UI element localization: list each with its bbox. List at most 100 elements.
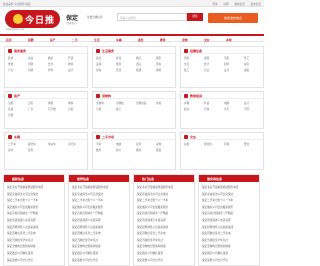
category-link[interactable]: 家教 <box>184 101 189 105</box>
category-link[interactable]: 鱼类 <box>156 101 161 105</box>
listing-item[interactable]: 保定房屋出租两室一厅精装 <box>137 211 193 215</box>
listing-item[interactable]: 保定房屋出租两室一厅精装 <box>72 211 128 215</box>
switch-city-link[interactable]: [切换城市] <box>66 21 76 25</box>
category-title[interactable]: 交友 <box>190 135 196 139</box>
listing-item[interactable]: 保定宠物狗出售纯种健康 <box>137 244 193 248</box>
listing-item[interactable]: 保定房屋出租两室一厅精装 <box>7 211 63 215</box>
listing-item[interactable]: 保定家政保洁公司日常保洁 <box>137 192 193 196</box>
category-link[interactable]: 疏通 <box>136 68 141 72</box>
category-link[interactable]: 厨师 <box>224 62 229 66</box>
category-link[interactable]: 保洁 <box>96 56 101 60</box>
category-link[interactable]: 兼职 <box>244 68 249 72</box>
category-link[interactable]: 文员 <box>184 62 189 66</box>
category-title[interactable]: 生活服务 <box>102 49 114 53</box>
category-link[interactable]: 美容 <box>96 62 101 66</box>
listing-item[interactable]: 保定家政保洁公司日常保洁 <box>72 192 128 196</box>
listing-item[interactable]: 保定婚庆公司婚礼策划 <box>7 251 63 255</box>
listing-item[interactable]: 保定婚庆公司婚礼策划 <box>72 251 128 255</box>
category-link[interactable]: 摄影 <box>156 56 161 60</box>
listing-item[interactable]: 保定回收旧家具二手家电 <box>7 231 63 235</box>
listing-item[interactable]: 保定二手车出售个人一手车 <box>202 198 258 202</box>
category-link[interactable]: 数码 <box>96 148 101 152</box>
category-link[interactable]: 宠物猫 <box>116 101 124 105</box>
listing-item[interactable]: 保定家政保洁公司日常保洁 <box>7 192 63 196</box>
register-link[interactable]: 注册 <box>223 3 228 6</box>
listing-item[interactable]: 保定招聘销售人员底薪提成 <box>7 225 63 229</box>
category-title[interactable]: 二手市场 <box>102 135 114 139</box>
category-link[interactable]: 电脑 <box>224 101 229 105</box>
category-link[interactable]: 开锁 <box>68 56 73 60</box>
category-link[interactable]: 图书 <box>136 148 141 152</box>
category-link[interactable]: 家政 <box>28 56 33 60</box>
listing-item[interactable]: 保定专业开锁换锁修锁服务电话 <box>72 185 128 189</box>
category-title[interactable]: 商务服务 <box>14 49 26 53</box>
listing-item[interactable]: 保定管道疏通下水道清理 <box>137 218 193 222</box>
category-link[interactable]: 鸟类 <box>96 107 101 111</box>
listing-item[interactable]: 保定搬家公司长途搬家服务 <box>137 205 193 209</box>
listing-item[interactable]: 保定专业开锁换锁修锁服务电话 <box>7 185 63 189</box>
listing-item[interactable]: 保定驾校招生学车包过 <box>7 238 63 242</box>
nav-item-dating[interactable]: 交友 <box>204 38 210 42</box>
listing-item[interactable]: 保定回收旧家具二手家电 <box>202 231 258 235</box>
category-link[interactable]: 同城 <box>224 142 229 146</box>
category-link[interactable]: 才艺 <box>224 107 229 111</box>
listing-item[interactable]: 保定装修公司全包半包 <box>7 258 63 262</box>
category-link[interactable]: 搬家 <box>48 56 53 60</box>
category-link[interactable]: 婚庆 <box>136 56 141 60</box>
listing-item[interactable]: 保定家政保洁公司日常保洁 <box>202 192 258 196</box>
category-link[interactable]: 设计 <box>224 68 229 72</box>
listing-item[interactable]: 保定驾校招生学车包过 <box>202 238 258 242</box>
category-link[interactable]: 外语 <box>204 101 209 105</box>
category-link[interactable]: 物流 <box>68 62 73 66</box>
listing-item[interactable]: 保定婚庆公司婚礼策划 <box>137 251 193 255</box>
listing-item[interactable]: 保定二手车出售个人一手车 <box>137 198 193 202</box>
listing-item[interactable]: 保定招聘销售人员底薪提成 <box>202 225 258 229</box>
listing-item[interactable]: 保定管道疏通下水道清理 <box>7 218 63 222</box>
category-link[interactable]: 家电 <box>96 68 101 72</box>
category-link[interactable]: 其它 <box>116 107 121 111</box>
listing-item[interactable]: 保定婚庆公司婚礼策划 <box>202 251 258 255</box>
category-link[interactable]: 回收 <box>28 62 33 66</box>
login-link[interactable]: 登录 <box>212 3 217 6</box>
category-link[interactable]: 办公 <box>116 148 121 152</box>
listing-item[interactable]: 保定装修公司全包半包 <box>137 258 193 262</box>
listing-item[interactable]: 保定回收旧家具二手家电 <box>72 231 128 235</box>
listing-item[interactable]: 保定二手车出售个人一手车 <box>72 198 128 202</box>
category-link[interactable]: 家电 <box>156 142 161 146</box>
category-link[interactable]: 保姆 <box>156 68 161 72</box>
category-link[interactable]: 宠物用品 <box>136 101 146 105</box>
nav-item-home[interactable]: 首页 <box>6 38 12 42</box>
post-free-button[interactable]: 免费发布信息 <box>208 13 258 23</box>
nav-item-life[interactable]: 生活 <box>94 38 100 42</box>
listing-item[interactable]: 保定二手车出售个人一手车 <box>7 198 63 202</box>
category-link[interactable]: 手机 <box>96 142 101 146</box>
nav-item-jobs[interactable]: 招聘 <box>28 38 34 42</box>
category-link[interactable]: 二手车 <box>8 142 16 146</box>
site-logo[interactable]: 今日推荐 <box>5 10 60 39</box>
category-title[interactable]: 教育培训 <box>190 94 202 98</box>
listing-item[interactable]: 保定宠物狗出售纯种健康 <box>72 244 128 248</box>
category-link[interactable]: 客服 <box>204 56 209 60</box>
category-link[interactable]: 普工 <box>244 56 249 60</box>
category-link[interactable]: 管道 <box>116 68 121 72</box>
nav-item-housing[interactable]: 房产 <box>50 38 56 42</box>
listing-item[interactable]: 保定搬家公司长途搬家服务 <box>72 205 128 209</box>
category-link[interactable]: 销售 <box>184 56 189 60</box>
category-link[interactable]: 设计 <box>244 101 249 105</box>
category-link[interactable]: 酒店 <box>136 62 141 66</box>
listing-item[interactable]: 保定搬家公司长途搬家服务 <box>202 205 258 209</box>
category-link[interactable]: 保安 <box>244 62 249 66</box>
category-link[interactable]: 会计 <box>48 62 53 66</box>
category-link[interactable]: 驾校 <box>204 107 209 111</box>
category-link[interactable]: 律师 <box>48 68 53 72</box>
category-link[interactable]: 找朋友 <box>204 142 212 146</box>
category-title[interactable]: 宠物狗 <box>102 94 111 98</box>
category-title[interactable]: 车辆 <box>14 135 20 139</box>
nav-item-local[interactable]: 本地 <box>226 38 232 42</box>
listing-item[interactable]: 保定管道疏通下水道清理 <box>202 218 258 222</box>
category-link[interactable]: 店员 <box>204 68 209 72</box>
category-link[interactable]: 求租 <box>48 101 53 105</box>
category-link[interactable]: 宠物狗 <box>96 101 104 105</box>
nav-item-pets[interactable]: 宠物 <box>182 38 188 42</box>
category-link[interactable]: 求购 <box>68 101 73 105</box>
